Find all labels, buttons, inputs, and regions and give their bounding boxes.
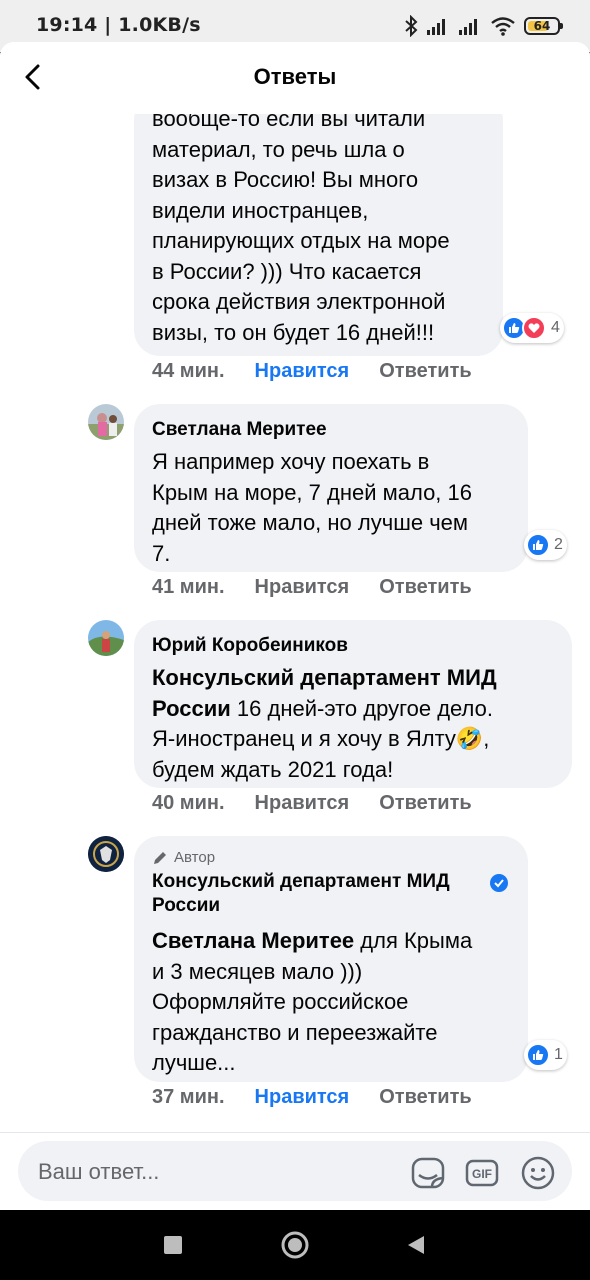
comments-list[interactable]: вообще-то если вы читали материал, то ре… [0,42,590,1132]
comment-author[interactable]: Юрий Коробеиников [152,634,552,658]
avatar[interactable] [88,836,124,872]
author-badge: Автор [152,848,508,868]
emoji-icon[interactable] [520,1155,556,1191]
comment-author[interactable]: Светлана Меритее [152,418,508,442]
reaction-count: 4 [551,319,560,336]
page-title: Ответы [253,64,337,89]
battery-level: 64 [533,19,551,33]
reply-button[interactable]: Ответить [379,792,471,818]
signal-icon [459,19,477,35]
like-button[interactable]: Нравится [255,1086,350,1112]
back-nav-icon[interactable] [407,1235,425,1255]
header-bar: Ответы [0,42,590,114]
reply-input-container: GIF [18,1141,572,1203]
reactions-count[interactable]: 1 [524,1040,567,1070]
reactions-count[interactable]: 4 [500,313,564,343]
home-icon[interactable] [281,1231,309,1259]
avatar[interactable] [88,620,124,656]
reaction-count: 2 [554,536,563,553]
gif-icon[interactable]: GIF [464,1155,500,1191]
status-time: 19:14 | 1.0KB/s [36,14,201,36]
comment-bubble: вообще-то если вы читали материал, то ре… [134,94,503,356]
system-nav-bar [0,1210,590,1280]
svg-text:GIF: GIF [472,1167,492,1181]
comment-bubble: Светлана Меритее Я например хочу поехать… [134,404,528,572]
love-reaction-icon [522,316,546,340]
reply-composer: GIF [0,1132,590,1210]
mentioned-user[interactable]: Светлана Меритее [152,928,354,953]
comment-meta: 37 мин. Нравится Ответить [152,1086,472,1112]
comment-text: Светлана Меритее для Крыма и 3 месяцев м… [152,926,508,1079]
status-icons: 64 [404,14,563,38]
comment-text: Я например хочу поехать в Крым на море, … [152,449,472,566]
signal-icon [427,19,445,35]
comment-bubble: Юрий Коробеиников Консульский департамен… [134,620,572,788]
like-button[interactable]: Нравится [255,792,350,818]
comment-meta: 40 мин. Нравится Ответить [152,792,472,818]
like-reaction-icon [526,1043,550,1067]
bluetooth-icon [405,15,418,37]
reply-button[interactable]: Ответить [379,360,471,386]
comment-time: 40 мин. [152,792,225,814]
comment-time: 41 мин. [152,576,225,598]
comment-text: вообще-то если вы читали материал, то ре… [152,106,450,345]
reply-button[interactable]: Ответить [379,576,471,602]
comment-meta: 41 мин. Нравится Ответить [152,576,472,602]
battery-icon: 64 [524,17,563,35]
like-reaction-icon [526,533,550,557]
comment-text: Консульский департамент МИД России 16 дн… [152,663,552,785]
comment-bubble: Автор Консульский департамент МИД России… [134,836,528,1082]
pencil-icon [154,852,166,864]
author-badge-label: Автор [174,849,216,866]
comment-time: 37 мин. [152,1086,225,1108]
sticker-icon[interactable] [410,1155,446,1191]
reply-button[interactable]: Ответить [379,1086,471,1112]
avatar[interactable] [88,404,124,440]
like-button[interactable]: Нравится [255,576,350,602]
reactions-count[interactable]: 2 [524,530,567,560]
verified-icon [490,874,508,892]
wifi-icon [491,17,515,36]
replies-screen: вообще-то если вы читали материал, то ре… [0,42,590,1210]
like-button[interactable]: Нравится [255,360,350,386]
comment-time: 44 мин. [152,360,225,382]
reply-input[interactable] [36,1141,400,1203]
comment-author[interactable]: Консульский департамент МИД России [152,870,508,918]
recent-apps-icon[interactable] [164,1236,182,1254]
reaction-count: 1 [554,1046,563,1063]
comment-meta: 44 мин. Нравится Ответить [152,360,472,386]
